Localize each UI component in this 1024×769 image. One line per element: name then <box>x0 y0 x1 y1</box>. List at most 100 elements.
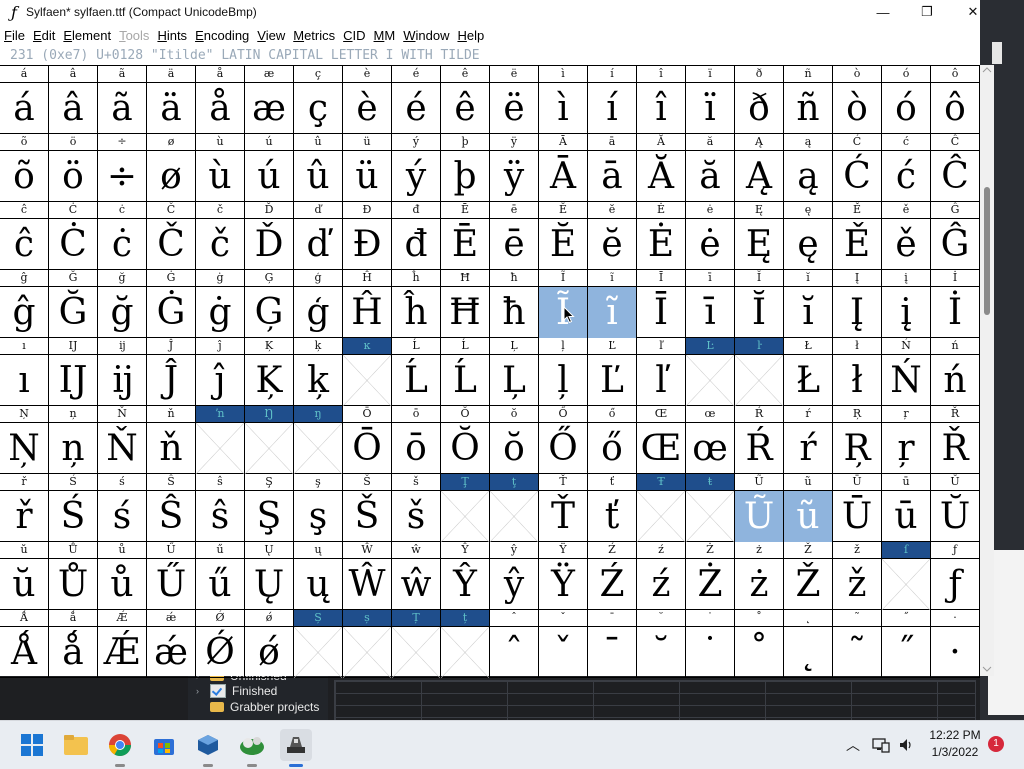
glyph-cell[interactable]: Ț <box>392 610 441 678</box>
glyph-cell[interactable]: ŏŏ <box>490 406 539 474</box>
close-button[interactable]: ✕ <box>950 0 996 24</box>
glyph-cell[interactable]: ţ <box>490 474 539 542</box>
glyph-cell[interactable]: ŝŝ <box>196 474 245 542</box>
glyph-cell[interactable]: šš <box>392 474 441 542</box>
glyph-cell[interactable]: ǺǺ <box>0 610 49 678</box>
glyph-cell[interactable]: ˆˆ <box>490 610 539 678</box>
glyph-cell[interactable]: ŻŻ <box>686 542 735 610</box>
glyph-cell[interactable]: ĞĞ <box>49 270 98 338</box>
tree-item[interactable]: Grabber projects <box>196 699 319 715</box>
glyph-cell[interactable]: ăă <box>686 134 735 202</box>
glyph-cell[interactable]: ŇŇ <box>98 406 147 474</box>
file-explorer-icon[interactable] <box>60 729 92 761</box>
glyph-cell[interactable]: ðð <box>735 66 784 134</box>
glyph-cell[interactable]: şş <box>294 474 343 542</box>
glyph-cell[interactable]: łł <box>833 338 882 406</box>
menu-hints[interactable]: Hints <box>153 28 191 43</box>
glyph-cell[interactable]: ĹĹ <box>392 338 441 406</box>
glyph-cell[interactable]: ĶĶ <box>245 338 294 406</box>
glyph-cell[interactable]: ǻǻ <box>49 610 98 678</box>
glyph-cell[interactable]: ĔĔ <box>539 202 588 270</box>
maximize-button[interactable]: ❐ <box>904 0 950 24</box>
glyph-cell[interactable]: ŵŵ <box>392 542 441 610</box>
glyph-cell[interactable]: ďď <box>294 202 343 270</box>
glyph-cell[interactable]: ĲĲ <box>49 338 98 406</box>
glyph-cell[interactable]: èè <box>343 66 392 134</box>
glyph-cell[interactable]: āā <box>588 134 637 202</box>
glyph-cell[interactable]: ŅŅ <box>0 406 49 474</box>
glyph-cell[interactable]: ŉ <box>196 406 245 474</box>
glyph-cell[interactable]: ťť <box>588 474 637 542</box>
glyph-cell[interactable]: īī <box>686 270 735 338</box>
glyph-cell[interactable]: ŹŹ <box>588 542 637 610</box>
glyph-cell[interactable]: žž <box>833 542 882 610</box>
glyph-cell[interactable]: ģģ <box>294 270 343 338</box>
glyph-cell[interactable]: ūū <box>882 474 931 542</box>
glyph-cell[interactable]: śś <box>98 474 147 542</box>
glyph-cell[interactable]: ŴŴ <box>343 542 392 610</box>
volume-icon[interactable] <box>898 721 914 769</box>
menu-help[interactable]: Help <box>453 28 488 43</box>
glyph-cell[interactable]: óó <box>882 66 931 134</box>
glyph-cell[interactable]: ĕĕ <box>588 202 637 270</box>
glyph-cell[interactable]: ýý <box>392 134 441 202</box>
glyph-cell[interactable]: ĈĈ <box>931 134 980 202</box>
glyph-cell[interactable]: ŌŌ <box>343 406 392 474</box>
glyph-cell[interactable]: ųų <box>294 542 343 610</box>
glyph-cell[interactable]: ŎŎ <box>441 406 490 474</box>
glyph-cell[interactable]: ĤĤ <box>343 270 392 338</box>
glyph-cell[interactable]: ˇˇ <box>539 610 588 678</box>
glyph-cell[interactable]: ħħ <box>490 270 539 338</box>
glyph-cell[interactable]: ĚĚ <box>833 202 882 270</box>
glyph-cell[interactable]: ĂĂ <box>637 134 686 202</box>
glyph-cell[interactable]: éé <box>392 66 441 134</box>
glyph-cell[interactable]: ğğ <box>98 270 147 338</box>
glyph-cell[interactable]: őő <box>588 406 637 474</box>
glyph-cell[interactable]: űű <box>196 542 245 610</box>
network-icon[interactable] <box>872 721 890 769</box>
glyph-cell[interactable]: ĐĐ <box>343 202 392 270</box>
glyph-cell[interactable]: çç <box>294 66 343 134</box>
menu-view[interactable]: View <box>253 28 289 43</box>
virtualbox-icon[interactable] <box>192 729 224 767</box>
glyph-cell[interactable]: íí <box>588 66 637 134</box>
glyph-cell[interactable]: ĖĖ <box>637 202 686 270</box>
glyph-cell[interactable]: ˘ ˘ <box>637 610 686 678</box>
glyph-cell[interactable]: áá <box>0 66 49 134</box>
windows-start-icon[interactable] <box>16 729 48 761</box>
glyph-cell[interactable]: ċċ <box>98 202 147 270</box>
glyph-cell[interactable]: ǼǼ <box>98 610 147 678</box>
glyph-cell[interactable]: ĳĳ <box>98 338 147 406</box>
glyph-cell[interactable]: œœ <box>686 406 735 474</box>
glyph-cell[interactable]: ŤŤ <box>539 474 588 542</box>
glyph-cell[interactable]: đđ <box>392 202 441 270</box>
glyph-cell[interactable]: øø <box>147 134 196 202</box>
glyph-cell[interactable]: ĻĻ <box>490 338 539 406</box>
glyph-cell[interactable]: ŕŕ <box>784 406 833 474</box>
glyph-cell[interactable]: ĄĄ <box>735 134 784 202</box>
glyph-cell[interactable]: ˜ ˜ <box>833 610 882 678</box>
glyph-cell[interactable]: Ţ <box>441 474 490 542</box>
glyph-cell[interactable]: ǾǾ <box>196 610 245 678</box>
glyph-cell[interactable]: ĘĘ <box>735 202 784 270</box>
glyph-cell[interactable]: ŚŚ <box>49 474 98 542</box>
glyph-cell[interactable]: ŀ <box>735 338 784 406</box>
glyph-cell[interactable]: źź <box>637 542 686 610</box>
glyph-cell[interactable]: ŷŷ <box>490 542 539 610</box>
glyph-cell[interactable]: ĥĥ <box>392 270 441 338</box>
glyph-cell[interactable]: ˙ ˙ <box>686 610 735 678</box>
glyph-cell[interactable]: ňň <box>147 406 196 474</box>
glyph-cell[interactable]: ĆĆ <box>833 134 882 202</box>
glyph-cell[interactable]: ìì <box>539 66 588 134</box>
tree-item[interactable]: › Finished <box>196 683 277 699</box>
glyph-cell[interactable]: Ŧ <box>637 474 686 542</box>
glyph-cell[interactable]: ŲŲ <box>245 542 294 610</box>
glyph-cell[interactable]: ľľ <box>637 338 686 406</box>
glyph-cell[interactable]: ĀĀ <box>539 134 588 202</box>
glyph-cell[interactable]: ïï <box>686 66 735 134</box>
glyph-cell[interactable]: ČČ <box>147 202 196 270</box>
glyph-cell[interactable]: ąą <box>784 134 833 202</box>
glyph-cell[interactable]: ŭŭ <box>0 542 49 610</box>
glyph-cell[interactable]: ÷ ÷ <box>98 134 147 202</box>
glyph-cell[interactable]: ĜĜ <box>931 202 980 270</box>
